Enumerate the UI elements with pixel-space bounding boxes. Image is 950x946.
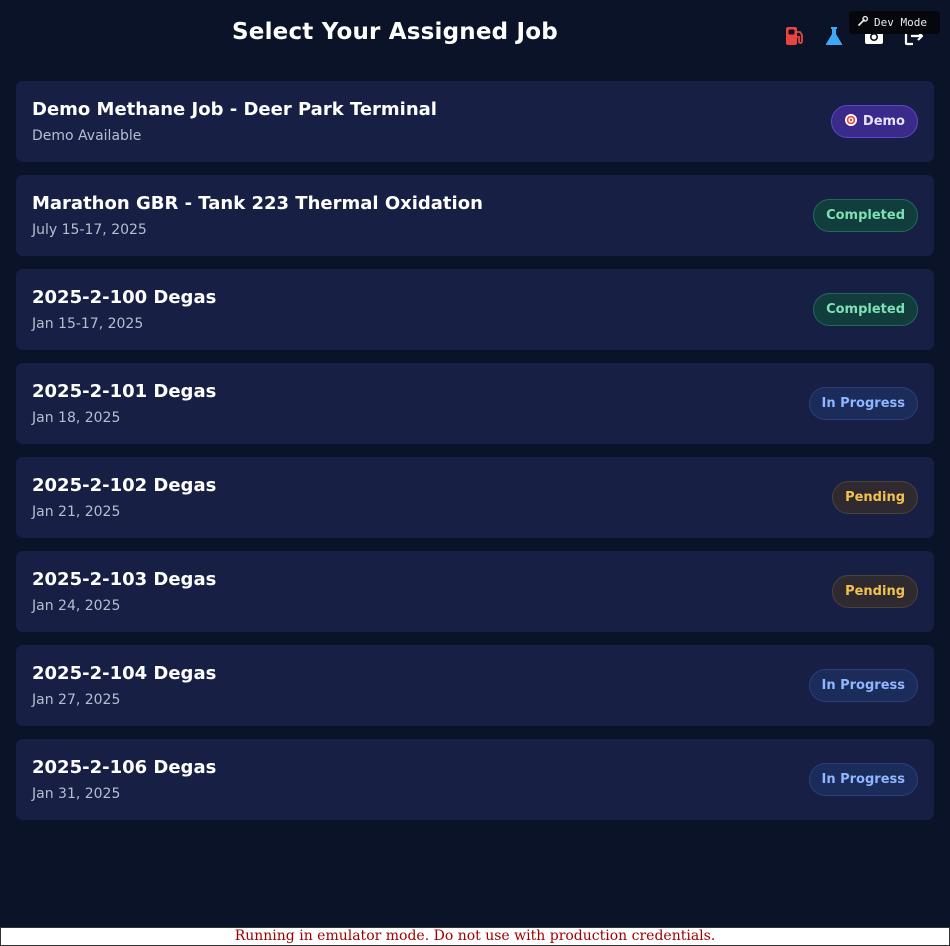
dev-mode-label: Dev Mode [874, 16, 927, 29]
dev-mode-badge[interactable]: Dev Mode [849, 11, 940, 34]
job-title: 2025-2-102 Degas [32, 475, 217, 496]
status-badge: Pending [832, 575, 918, 608]
status-label: Completed [826, 302, 905, 317]
fuel-icon[interactable] [780, 22, 808, 50]
job-card[interactable]: Demo Methane Job - Deer Park Terminal Dem… [16, 81, 934, 162]
status-label: In Progress [821, 396, 906, 411]
job-date: Jan 27, 2025 [32, 692, 121, 708]
job-date: Jan 24, 2025 [32, 598, 121, 614]
target-icon [844, 113, 858, 131]
job-date: Jan 31, 2025 [32, 786, 121, 802]
job-card[interactable]: Marathon GBR - Tank 223 Thermal Oxidatio… [16, 175, 934, 256]
page: Select Your Assigned Job Dev Mode Demo M… [0, 0, 950, 946]
job-title: Demo Methane Job - Deer Park Terminal [32, 99, 437, 120]
job-title: 2025-2-100 Degas [32, 287, 217, 308]
job-date: July 15-17, 2025 [32, 222, 147, 238]
job-list: Demo Methane Job - Deer Park Terminal Dem… [16, 81, 934, 833]
wrench-icon [857, 15, 869, 30]
status-label: In Progress [821, 772, 906, 787]
job-date: Jan 18, 2025 [32, 410, 121, 426]
emulator-warning: Running in emulator mode. Do not use wit… [0, 927, 950, 946]
job-title: 2025-2-104 Degas [32, 663, 217, 684]
job-card[interactable]: 2025-2-101 Degas Jan 18, 2025 In Progress [16, 363, 934, 444]
status-badge: In Progress [808, 387, 918, 420]
status-label: Completed [826, 208, 905, 223]
job-card[interactable]: 2025-2-103 Degas Jan 24, 2025 Pending [16, 551, 934, 632]
flask-icon[interactable] [820, 22, 848, 50]
job-date: Demo Available [32, 128, 142, 144]
status-badge: Demo [830, 105, 918, 138]
status-badge: Completed [813, 199, 918, 232]
page-title: Select Your Assigned Job [232, 19, 558, 45]
status-label: In Progress [821, 678, 906, 693]
header: Select Your Assigned Job Dev Mode [0, 0, 950, 72]
job-date: Jan 21, 2025 [32, 504, 121, 520]
status-badge: Pending [832, 481, 918, 514]
job-card[interactable]: 2025-2-106 Degas Jan 31, 2025 In Progress [16, 739, 934, 820]
status-label: Demo [862, 114, 905, 129]
status-label: Pending [845, 584, 905, 599]
job-title: 2025-2-103 Degas [32, 569, 217, 590]
status-label: Pending [845, 490, 905, 505]
job-title: Marathon GBR - Tank 223 Thermal Oxidatio… [32, 193, 483, 214]
job-title: 2025-2-101 Degas [32, 381, 217, 402]
status-badge: Completed [813, 293, 918, 326]
status-badge: In Progress [808, 669, 918, 702]
job-card[interactable]: 2025-2-100 Degas Jan 15-17, 2025 Completed [16, 269, 934, 350]
job-title: 2025-2-106 Degas [32, 757, 217, 778]
job-date: Jan 15-17, 2025 [32, 316, 144, 332]
status-badge: In Progress [808, 763, 918, 796]
job-card[interactable]: 2025-2-102 Degas Jan 21, 2025 Pending [16, 457, 934, 538]
job-card[interactable]: 2025-2-104 Degas Jan 27, 2025 In Progress [16, 645, 934, 726]
